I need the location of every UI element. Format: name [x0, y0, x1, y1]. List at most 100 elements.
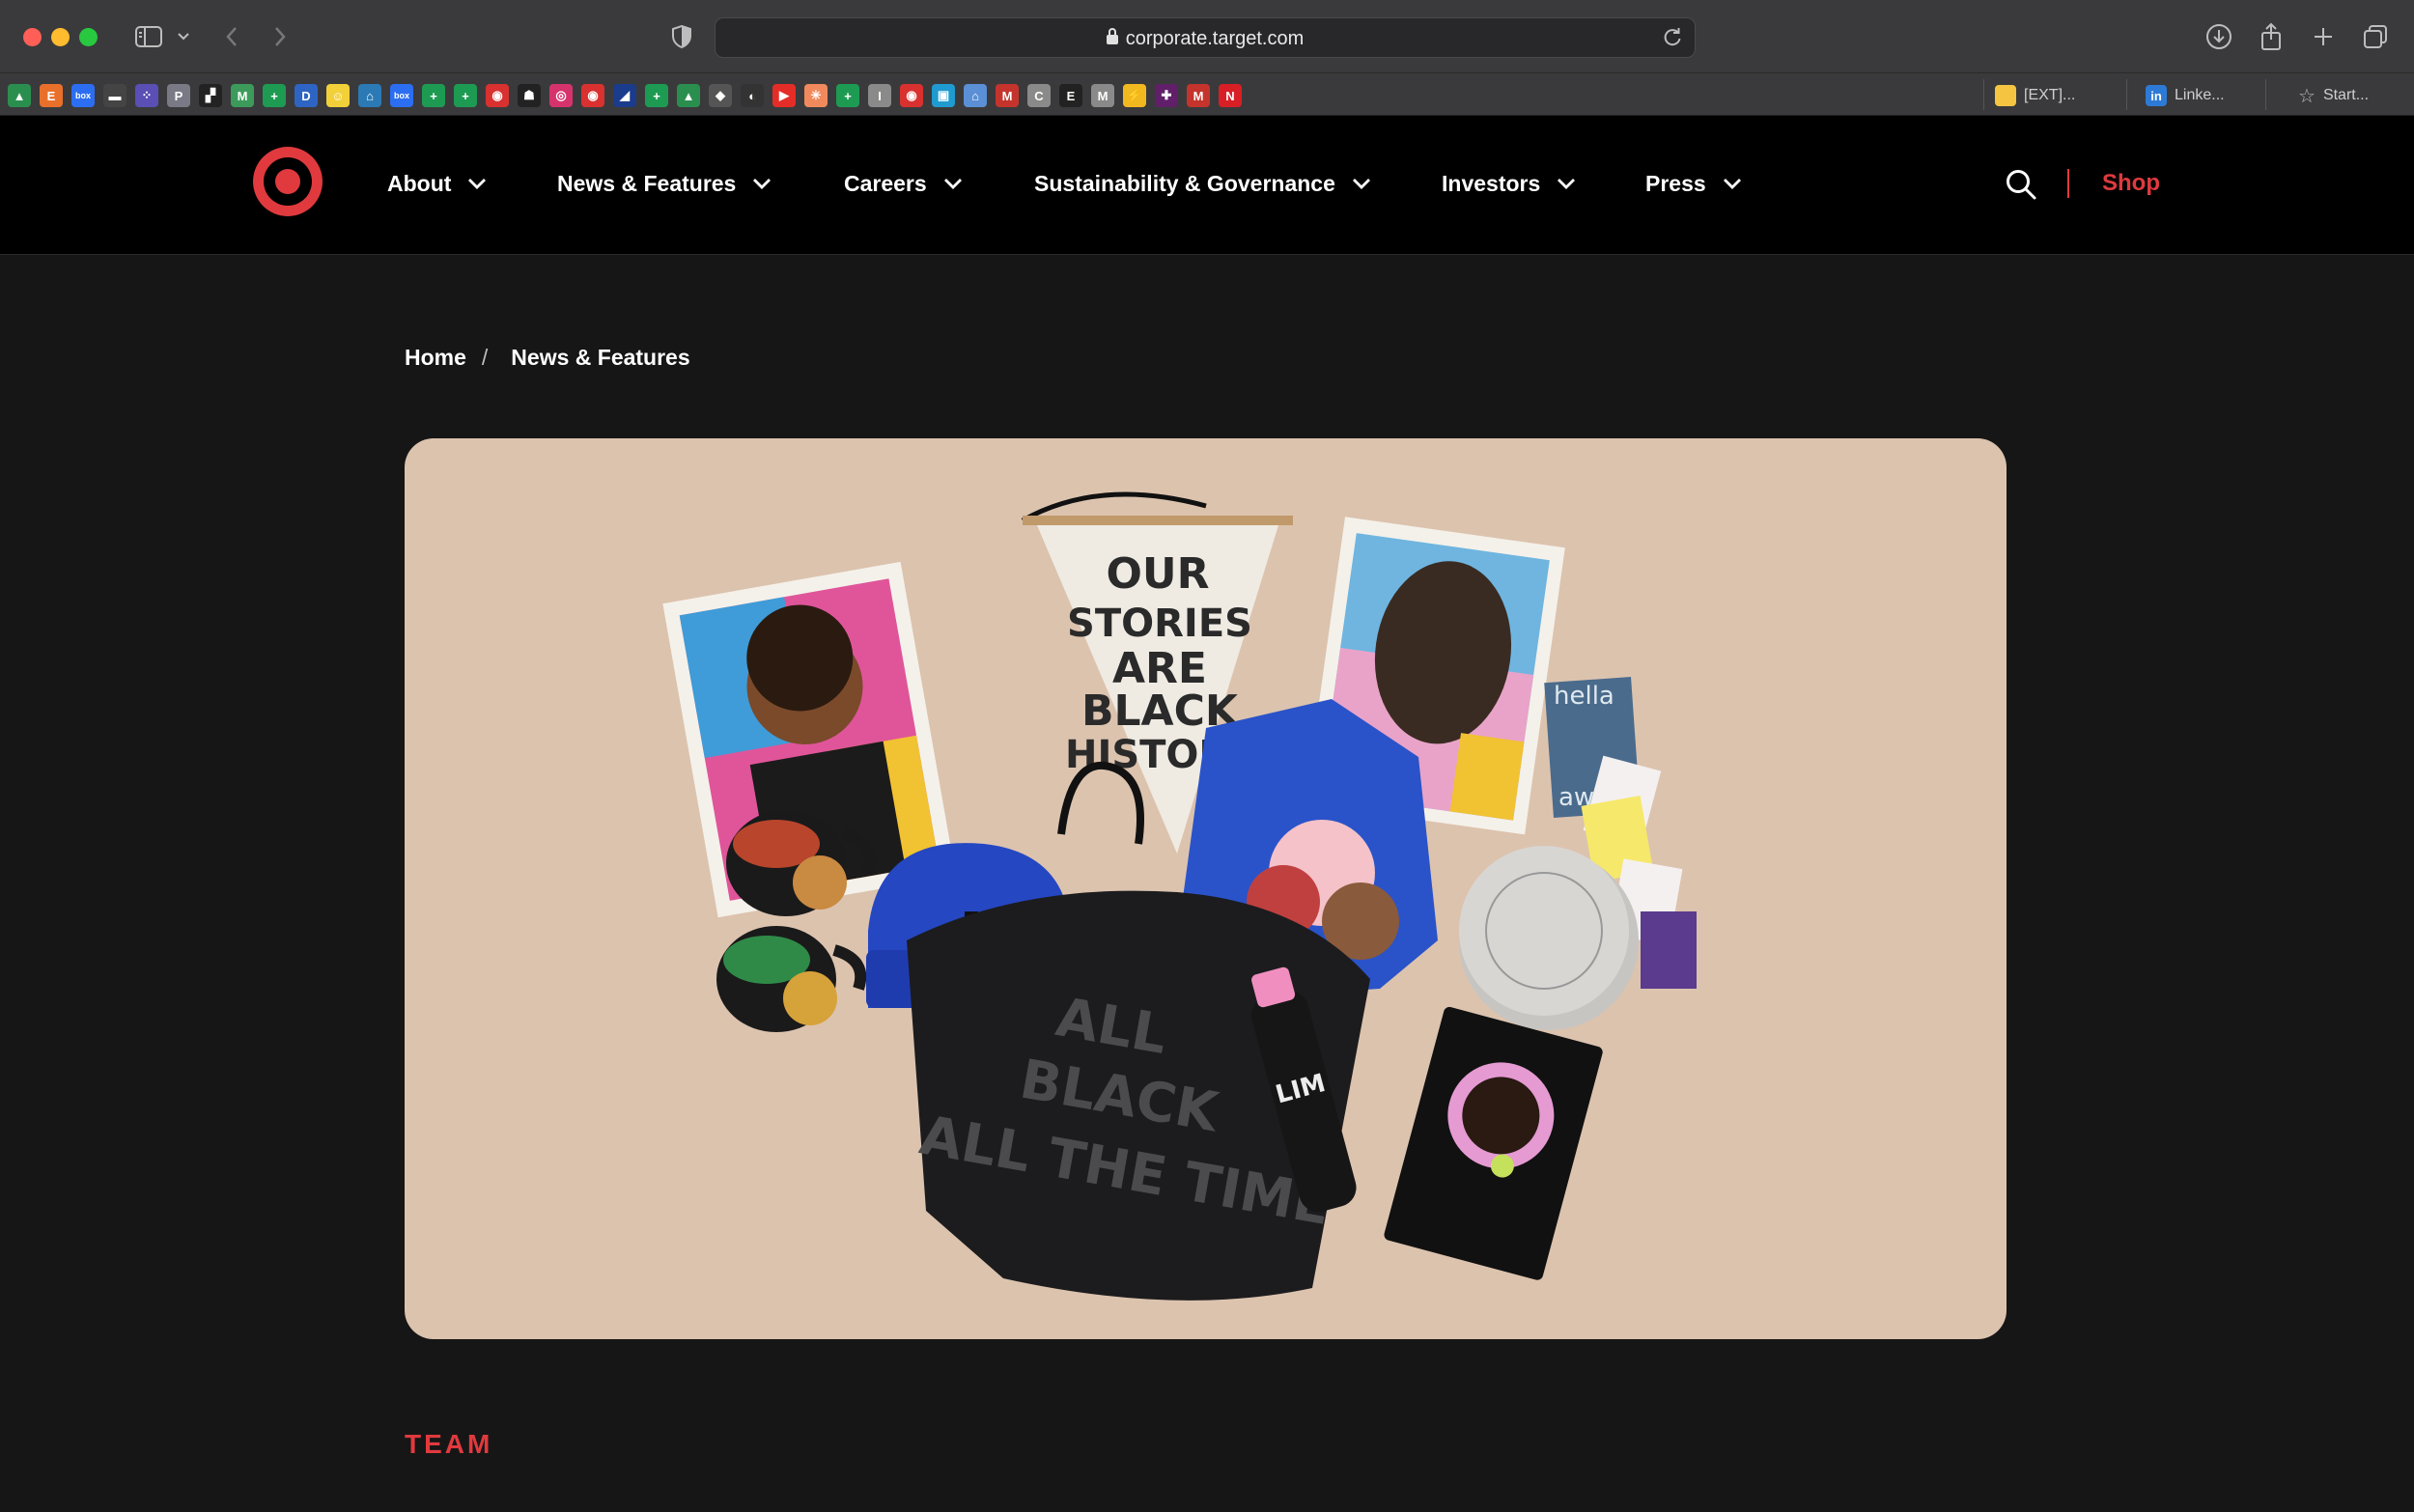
netflix-icon[interactable]: N — [1219, 84, 1242, 107]
nav-label: About — [387, 170, 452, 196]
dots-icon[interactable]: ⁘ — [135, 84, 158, 107]
folder-icon — [1995, 85, 2016, 106]
nav-label: News & Features — [557, 170, 737, 196]
privacy-shield-icon[interactable] — [668, 21, 695, 52]
etsy-icon[interactable]: E — [40, 84, 63, 107]
bookmark-start[interactable]: ☆ Start... — [2298, 83, 2369, 108]
target-icon[interactable]: ◉ — [486, 84, 509, 107]
star-icon: ☆ — [2298, 85, 2316, 107]
square-icon[interactable]: ▣ — [932, 84, 955, 107]
section-label: TEAM — [405, 1429, 493, 1459]
home-icon[interactable]: ⌂ — [964, 84, 987, 107]
youtube-icon[interactable]: ▶ — [772, 84, 796, 107]
i-icon[interactable]: I — [868, 84, 891, 107]
m-icon[interactable]: M — [231, 84, 254, 107]
site-header: About News & Features Careers Sustainabi… — [0, 116, 2414, 255]
share-icon[interactable] — [2256, 21, 2287, 52]
minimize-window-button[interactable] — [51, 28, 70, 46]
tab-overview-icon[interactable] — [2360, 21, 2391, 52]
nav-press[interactable]: Press — [1645, 166, 1743, 201]
badge-icon[interactable]: ☗ — [518, 84, 541, 107]
google-drive-icon[interactable]: ▲ — [677, 84, 700, 107]
sheets-icon[interactable]: + — [836, 84, 859, 107]
bookmark-label: Linke... — [2175, 87, 2225, 103]
nav-sustainability-governance[interactable]: Sustainability & Governance — [1034, 166, 1372, 201]
sidebar-toggle-icon[interactable] — [133, 21, 164, 52]
target-logo[interactable] — [253, 147, 323, 216]
lock-icon — [1106, 28, 1118, 44]
nav-news-features[interactable]: News & Features — [557, 166, 772, 201]
shg-icon[interactable]: ⌂ — [358, 84, 381, 107]
reload-icon[interactable] — [1662, 27, 1683, 53]
chevron-down-icon[interactable] — [172, 21, 195, 52]
breadcrumb-separator: / — [481, 344, 489, 370]
chevron-down-icon — [751, 173, 772, 194]
cube-icon[interactable]: ◆ — [709, 84, 732, 107]
bookmark-divider — [2265, 79, 2266, 110]
sheets-icon[interactable]: + — [263, 84, 286, 107]
lightning-icon[interactable]: ⚡ — [1123, 84, 1146, 107]
nav-label: Investors — [1442, 170, 1541, 196]
zoom-window-button[interactable] — [79, 28, 98, 46]
new-tab-icon[interactable] — [2308, 21, 2339, 52]
nav-about[interactable]: About — [387, 166, 488, 201]
google-drive-icon[interactable]: ▲ — [8, 84, 31, 107]
browser-titlebar: corporate.target.com — [0, 0, 2414, 73]
linkedin-icon: in — [2146, 85, 2167, 106]
search-icon[interactable] — [2005, 168, 2037, 201]
bookmark-divider — [1983, 79, 1984, 110]
downloads-icon[interactable] — [2203, 21, 2234, 52]
chevron-down-icon — [1351, 173, 1372, 194]
url-text: corporate.target.com — [1125, 28, 1305, 49]
breadcrumb: Home / News & Features — [405, 342, 690, 373]
chevron-down-icon — [466, 173, 488, 194]
box-icon[interactable]: box — [390, 84, 413, 107]
pennant-line: OUR — [1106, 549, 1209, 599]
bookmark-linkedin[interactable]: in Linke... — [2146, 83, 2225, 108]
bookmark-ext[interactable]: [EXT]... — [1995, 83, 2075, 108]
c-icon[interactable]: C — [1027, 84, 1051, 107]
hero-image: OUR STORIES ARE BLACK HISTORY hella awk- — [405, 438, 2007, 1339]
close-window-button[interactable] — [23, 28, 42, 46]
pennant-line: STORIES — [1067, 602, 1252, 646]
p-icon[interactable]: P — [167, 84, 190, 107]
slack-icon[interactable]: ✚ — [1155, 84, 1178, 107]
bookmarks-bar: [EXT]... in Linke... ☆ Start... ▲ Ebox ▬ ⁘ P… — [0, 73, 2414, 116]
slash-icon[interactable]: ◢ — [613, 84, 636, 107]
notebook — [1384, 1006, 1603, 1280]
sheets-icon[interactable]: + — [422, 84, 445, 107]
bookmark-icon[interactable]: ▬ — [103, 84, 126, 107]
chevron-down-icon — [942, 173, 964, 194]
target-icon[interactable]: ◉ — [900, 84, 923, 107]
dvp-icon[interactable]: D — [295, 84, 318, 107]
hub-icon[interactable]: ✳ — [804, 84, 828, 107]
m-icon[interactable]: M — [1091, 84, 1114, 107]
bookmark-label: Start... — [2322, 87, 2370, 103]
forward-icon[interactable] — [267, 21, 294, 52]
breadcrumb-home[interactable]: Home — [405, 345, 466, 371]
chevron-down-icon — [1722, 173, 1743, 194]
bookmark-divider — [2126, 79, 2127, 110]
smile-icon[interactable]: ☺ — [326, 84, 350, 107]
nav-label: Careers — [844, 170, 927, 196]
address-bar[interactable]: corporate.target.com — [715, 17, 1696, 58]
nav-label: Press — [1645, 170, 1706, 196]
sheets-icon[interactable]: + — [645, 84, 668, 107]
nav-careers[interactable]: Careers — [844, 166, 964, 201]
header-divider — [2067, 169, 2069, 198]
nav-investors[interactable]: Investors — [1442, 166, 1577, 201]
shop-link[interactable]: Shop — [2102, 166, 2160, 201]
e-icon[interactable]: E — [1059, 84, 1082, 107]
breadcrumb-current[interactable]: News & Features — [511, 345, 689, 371]
gmail-icon[interactable]: M — [1187, 84, 1210, 107]
instagram-icon[interactable]: ◎ — [549, 84, 573, 107]
gmail-icon[interactable]: M — [996, 84, 1019, 107]
chevron-down-icon — [1556, 173, 1577, 194]
nav-label: Sustainability & Governance — [1034, 170, 1335, 196]
moon-icon[interactable]: ◐ — [741, 84, 764, 107]
grid-icon[interactable]: ▞ — [199, 84, 222, 107]
box-icon[interactable]: box — [71, 84, 95, 107]
sheets-icon[interactable]: + — [454, 84, 477, 107]
back-icon[interactable] — [218, 21, 245, 52]
target-icon[interactable]: ◉ — [581, 84, 604, 107]
